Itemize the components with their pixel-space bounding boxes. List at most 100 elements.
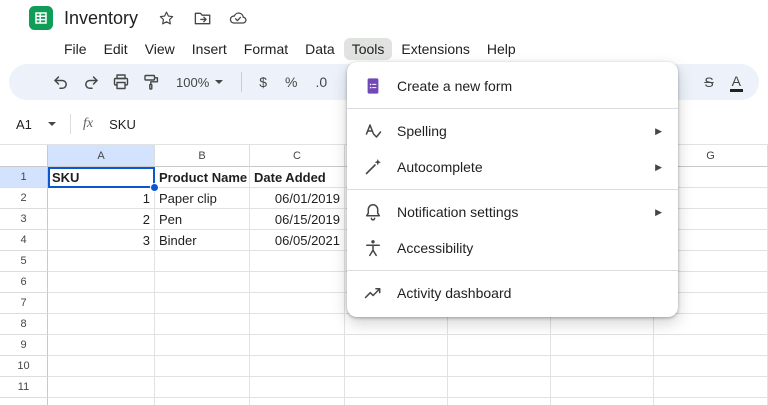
cell-D10[interactable] (345, 356, 448, 377)
cell-E10[interactable] (448, 356, 551, 377)
row-header-6[interactable]: 6 (0, 272, 48, 293)
row-header-11[interactable]: 11 (0, 377, 48, 398)
menu-help[interactable]: Help (479, 38, 524, 60)
redo-button[interactable] (79, 70, 103, 94)
cell-C11[interactable] (250, 377, 345, 398)
formula-input[interactable]: SKU (109, 117, 136, 132)
cell-A6[interactable] (48, 272, 155, 293)
select-all-corner[interactable] (0, 145, 48, 167)
decrease-decimal-button[interactable]: .0 (316, 74, 328, 90)
cell-F9[interactable] (551, 335, 654, 356)
cell-E12[interactable] (448, 398, 551, 405)
cell-A11[interactable] (48, 377, 155, 398)
row-header-8[interactable]: 8 (0, 314, 48, 335)
cloud-status-icon[interactable] (228, 8, 248, 28)
strikethrough-button[interactable]: S (704, 74, 713, 90)
column-header-C[interactable]: C (250, 145, 345, 167)
cell-B7[interactable] (155, 293, 250, 314)
cell-A4[interactable]: 3 (48, 230, 155, 251)
row-header-1[interactable]: 1 (0, 167, 48, 188)
menu-item-create-a-new-form[interactable]: Create a new form (347, 68, 678, 104)
menu-item-autocomplete[interactable]: Autocomplete ▶ (347, 149, 678, 185)
sheets-logo-icon[interactable] (28, 5, 54, 31)
cell-D9[interactable] (345, 335, 448, 356)
cell-B11[interactable] (155, 377, 250, 398)
cell-A12[interactable] (48, 398, 155, 405)
cell-C9[interactable] (250, 335, 345, 356)
cell-B3[interactable]: Pen (155, 209, 250, 230)
cell-C2[interactable]: 06/01/2019 (250, 188, 345, 209)
cell-C12[interactable] (250, 398, 345, 405)
menu-item-notification-settings[interactable]: Notification settings ▶ (347, 194, 678, 230)
cell-E9[interactable] (448, 335, 551, 356)
cell-B9[interactable] (155, 335, 250, 356)
format-percent-button[interactable]: % (285, 74, 297, 90)
cell-A3[interactable]: 2 (48, 209, 155, 230)
column-header-B[interactable]: B (155, 145, 250, 167)
cell-A1[interactable]: SKU (48, 167, 155, 188)
cell-A5[interactable] (48, 251, 155, 272)
name-box[interactable]: A1 (16, 117, 38, 132)
fill-handle[interactable] (150, 183, 159, 192)
star-icon[interactable] (156, 8, 176, 28)
menu-tools[interactable]: Tools (343, 38, 393, 60)
menu-file[interactable]: File (56, 38, 95, 60)
document-title[interactable]: Inventory (64, 8, 138, 29)
row-header-2[interactable]: 2 (0, 188, 48, 209)
cell-C4[interactable]: 06/05/2021 (250, 230, 345, 251)
cell-B10[interactable] (155, 356, 250, 377)
menu-format[interactable]: Format (236, 38, 296, 60)
cell-G12[interactable] (654, 398, 768, 405)
cell-C6[interactable] (250, 272, 345, 293)
cell-D11[interactable] (345, 377, 448, 398)
print-button[interactable] (109, 70, 133, 94)
menu-item-activity-dashboard[interactable]: Activity dashboard (347, 275, 678, 311)
menu-item-accessibility[interactable]: Accessibility (347, 230, 678, 266)
cell-F10[interactable] (551, 356, 654, 377)
row-header-4[interactable]: 4 (0, 230, 48, 251)
row-header-5[interactable]: 5 (0, 251, 48, 272)
cell-A7[interactable] (48, 293, 155, 314)
cell-B12[interactable] (155, 398, 250, 405)
text-color-button[interactable]: A (729, 73, 743, 92)
cell-B2[interactable]: Paper clip (155, 188, 250, 209)
cell-B6[interactable] (155, 272, 250, 293)
cell-A2[interactable]: 1 (48, 188, 155, 209)
row-header-3[interactable]: 3 (0, 209, 48, 230)
cell-C10[interactable] (250, 356, 345, 377)
row-header-9[interactable]: 9 (0, 335, 48, 356)
cell-G11[interactable] (654, 377, 768, 398)
cell-G9[interactable] (654, 335, 768, 356)
cell-C7[interactable] (250, 293, 345, 314)
undo-button[interactable] (49, 70, 73, 94)
column-header-A[interactable]: A (48, 145, 155, 167)
cell-B1[interactable]: Product Name (155, 167, 250, 188)
zoom-control[interactable]: 100% (176, 75, 224, 90)
menu-insert[interactable]: Insert (184, 38, 235, 60)
menu-extensions[interactable]: Extensions (393, 38, 477, 60)
cell-F12[interactable] (551, 398, 654, 405)
row-header-12[interactable] (0, 398, 48, 405)
cell-A8[interactable] (48, 314, 155, 335)
cell-B4[interactable]: Binder (155, 230, 250, 251)
cell-C5[interactable] (250, 251, 345, 272)
move-folder-icon[interactable] (192, 8, 212, 28)
menu-edit[interactable]: Edit (96, 38, 136, 60)
menu-item-spelling[interactable]: Spelling ▶ (347, 113, 678, 149)
row-header-10[interactable]: 10 (0, 356, 48, 377)
cell-D12[interactable] (345, 398, 448, 405)
menu-view[interactable]: View (137, 38, 183, 60)
cell-A10[interactable] (48, 356, 155, 377)
row-header-7[interactable]: 7 (0, 293, 48, 314)
cell-B8[interactable] (155, 314, 250, 335)
cell-E11[interactable] (448, 377, 551, 398)
cell-A9[interactable] (48, 335, 155, 356)
cell-G8[interactable] (654, 314, 768, 335)
cell-C3[interactable]: 06/15/2019 (250, 209, 345, 230)
menu-data[interactable]: Data (297, 38, 343, 60)
cell-F8[interactable] (551, 314, 654, 335)
cell-D8[interactable] (345, 314, 448, 335)
cell-G10[interactable] (654, 356, 768, 377)
cell-F11[interactable] (551, 377, 654, 398)
cell-B5[interactable] (155, 251, 250, 272)
